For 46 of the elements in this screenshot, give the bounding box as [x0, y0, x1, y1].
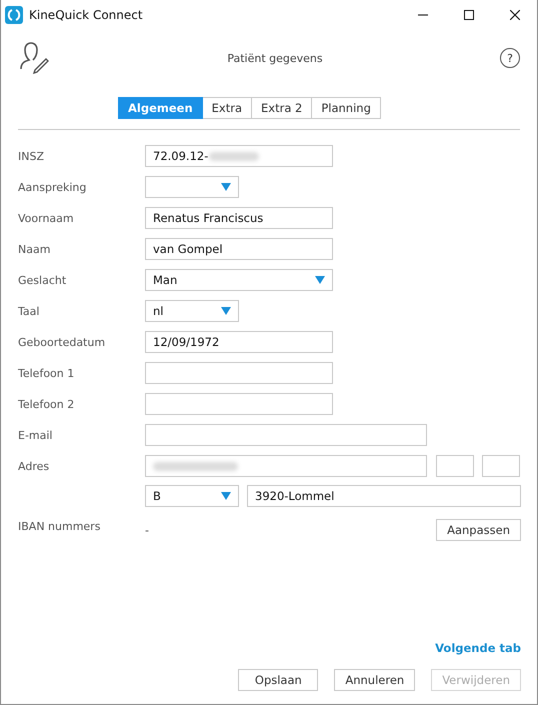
input-field[interactable]: [145, 424, 427, 446]
input-field[interactable]: 72.09.12-: [145, 145, 333, 167]
field-label: Telefoon 2: [18, 397, 76, 413]
dropdown[interactable]: B: [145, 485, 239, 507]
input-field[interactable]: Renatus Franciscus: [145, 207, 333, 229]
input-field[interactable]: [436, 455, 474, 477]
close-icon[interactable]: [510, 10, 520, 20]
window-title: KineQuick Connect: [29, 8, 144, 22]
dropdown-caret-icon: [221, 307, 231, 315]
input-field[interactable]: [482, 455, 520, 477]
dropdown[interactable]: [145, 176, 239, 198]
dialog-button[interactable]: Opslaan: [238, 669, 318, 691]
tab[interactable]: Extra 2: [252, 97, 312, 119]
field-label: E-mail: [18, 428, 54, 444]
tab[interactable]: Extra: [202, 97, 252, 119]
dropdown-caret-icon: [221, 492, 231, 500]
input-field[interactable]: [145, 393, 333, 415]
dropdown[interactable]: Man: [145, 269, 333, 291]
page-title: Patiënt gegevens: [226, 52, 324, 64]
input-field[interactable]: [145, 362, 333, 384]
dropdown[interactable]: nl: [145, 300, 239, 322]
next-tab-link[interactable]: Volgende tab: [435, 641, 521, 655]
app-logo-icon: [5, 6, 23, 24]
iban-value: -: [145, 524, 149, 536]
field-label: Taal: [18, 304, 40, 320]
field-label: INSZ: [18, 149, 45, 165]
dropdown-caret-icon: [315, 276, 325, 284]
field-label: Geslacht: [18, 273, 68, 289]
input-field[interactable]: van Gompel: [145, 238, 333, 260]
input-field[interactable]: 3920-Lommel: [247, 485, 521, 507]
field-label: Voornaam: [18, 211, 75, 227]
field-label: Naam: [18, 242, 52, 258]
field-label: Telefoon 1: [18, 366, 76, 382]
dialog-button[interactable]: Annuleren: [334, 669, 416, 691]
field-label: Adres: [18, 459, 50, 475]
field-label: Aanspreking: [18, 180, 88, 196]
field-label: Geboortedatum: [18, 335, 106, 351]
input-field[interactable]: [145, 455, 427, 477]
dropdown-caret-icon: [221, 183, 231, 191]
maximize-icon[interactable]: [464, 10, 474, 20]
tab[interactable]: Planning: [312, 97, 381, 119]
field-label: IBAN nummers: [18, 519, 102, 535]
help-button[interactable]: ?: [500, 48, 520, 68]
input-field[interactable]: 12/09/1972: [145, 331, 333, 353]
user-edit-icon: [18, 42, 50, 74]
edit-button[interactable]: Aanpassen: [436, 519, 521, 541]
